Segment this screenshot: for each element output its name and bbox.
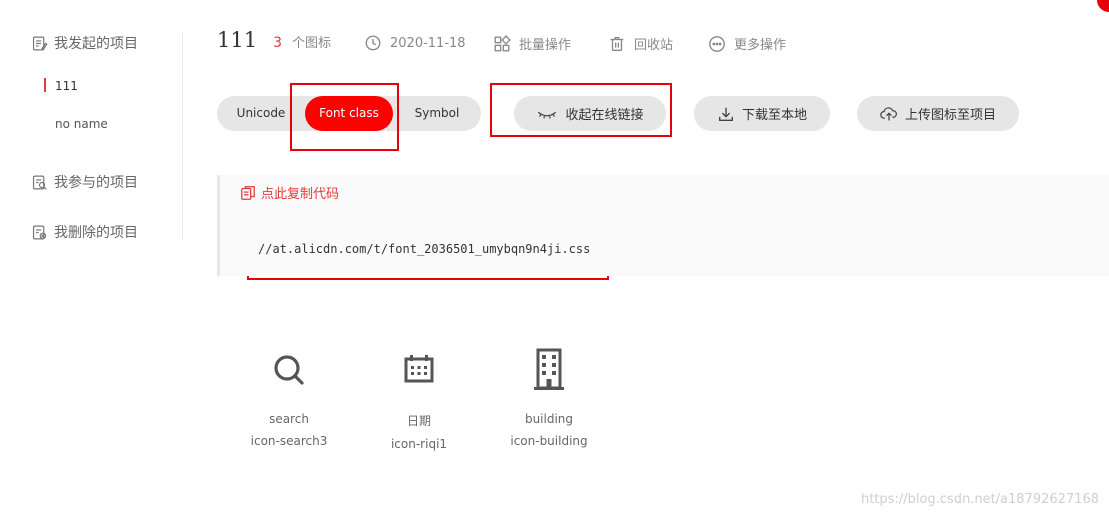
sidebar-project-111[interactable]: 111 xyxy=(55,79,78,93)
clock-icon xyxy=(365,35,381,51)
tab-font-class[interactable]: Font class xyxy=(305,96,393,131)
download-label: 下载至本地 xyxy=(741,108,807,123)
collapse-online-link-button[interactable]: 收起在线链接 xyxy=(514,96,666,131)
upload-label: 上传图标至项目 xyxy=(904,108,996,123)
icon-name: search xyxy=(269,412,309,426)
project-delete-icon xyxy=(32,225,47,239)
building-icon xyxy=(534,348,564,390)
icon-count: 3 xyxy=(273,35,283,51)
trash-label: 回收站 xyxy=(634,38,674,53)
more-operations-button[interactable]: 更多操作 xyxy=(708,34,786,53)
sidebar-group-label: 我发起的项目 xyxy=(54,36,138,52)
trash-icon xyxy=(610,36,624,51)
project-search-icon xyxy=(32,175,47,190)
tab-unicode[interactable]: Unicode xyxy=(225,96,297,131)
sidebar-group-initiated[interactable]: 我发起的项目 xyxy=(31,33,138,53)
more-icon xyxy=(709,35,725,52)
icon-card-building[interactable]: building icon-building xyxy=(494,340,604,448)
batch-label: 批量操作 xyxy=(519,38,572,53)
icon-card-search[interactable]: search icon-search3 xyxy=(234,340,344,448)
icon-name: 日期 xyxy=(406,414,431,428)
project-header: 111 3 个图标 xyxy=(217,28,331,52)
calendar-icon xyxy=(404,355,434,383)
search-icon xyxy=(274,355,304,385)
copy-code-link[interactable]: 点此复制代码 xyxy=(240,183,339,202)
icon-class-name: icon-building xyxy=(510,434,588,448)
trash-button[interactable]: 回收站 xyxy=(608,34,673,53)
download-icon xyxy=(719,107,733,121)
sidebar-project-no-name[interactable]: no name xyxy=(55,117,108,131)
sidebar-group-deleted[interactable]: 我删除的项目 xyxy=(31,222,138,242)
sidebar-group-participated[interactable]: 我参与的项目 xyxy=(31,172,138,192)
active-indicator xyxy=(44,78,46,92)
more-label: 更多操作 xyxy=(734,38,787,53)
cloud-upload-icon xyxy=(880,106,897,121)
upload-icon-button[interactable]: 上传图标至项目 xyxy=(857,96,1019,131)
sidebar-divider xyxy=(182,32,183,240)
date-text: 2020-11-18 xyxy=(390,35,466,51)
copy-code-label: 点此复制代码 xyxy=(261,187,340,202)
watermark: https://blog.csdn.net/a18792627168 xyxy=(860,492,1099,507)
sidebar-group-label: 我删除的项目 xyxy=(54,225,138,241)
download-local-button[interactable]: 下载至本地 xyxy=(694,96,830,131)
page-title: 111 xyxy=(217,28,258,52)
icon-class-name: icon-search3 xyxy=(250,434,328,448)
collapse-label: 收起在线链接 xyxy=(565,108,644,123)
icon-name: building xyxy=(524,412,574,426)
eye-closed-icon xyxy=(538,111,557,118)
created-date: 2020-11-18 xyxy=(364,34,466,52)
sidebar-group-label: 我参与的项目 xyxy=(54,175,138,191)
corner-badge xyxy=(1097,0,1109,12)
batch-operation-button[interactable]: 批量操作 xyxy=(493,34,571,53)
icon-card-riqi[interactable]: 日期 icon-riqi1 xyxy=(364,340,474,451)
tab-symbol[interactable]: Symbol xyxy=(403,96,471,131)
project-doc-icon xyxy=(32,36,48,50)
copy-icon xyxy=(241,185,255,200)
code-panel xyxy=(217,175,1109,276)
grid-icon xyxy=(494,34,511,51)
sidebar: 我发起的项目 111 no name 我参与的项目 我删除的项目 xyxy=(0,0,183,520)
icon-class-name: icon-riqi1 xyxy=(390,437,448,451)
icon-count-label: 个图标 xyxy=(292,36,332,51)
format-tabs: Unicode Font class Symbol xyxy=(217,96,481,131)
font-css-url[interactable]: //at.alicdn.com/t/font_2036501_umybqn9n4… xyxy=(258,242,590,256)
